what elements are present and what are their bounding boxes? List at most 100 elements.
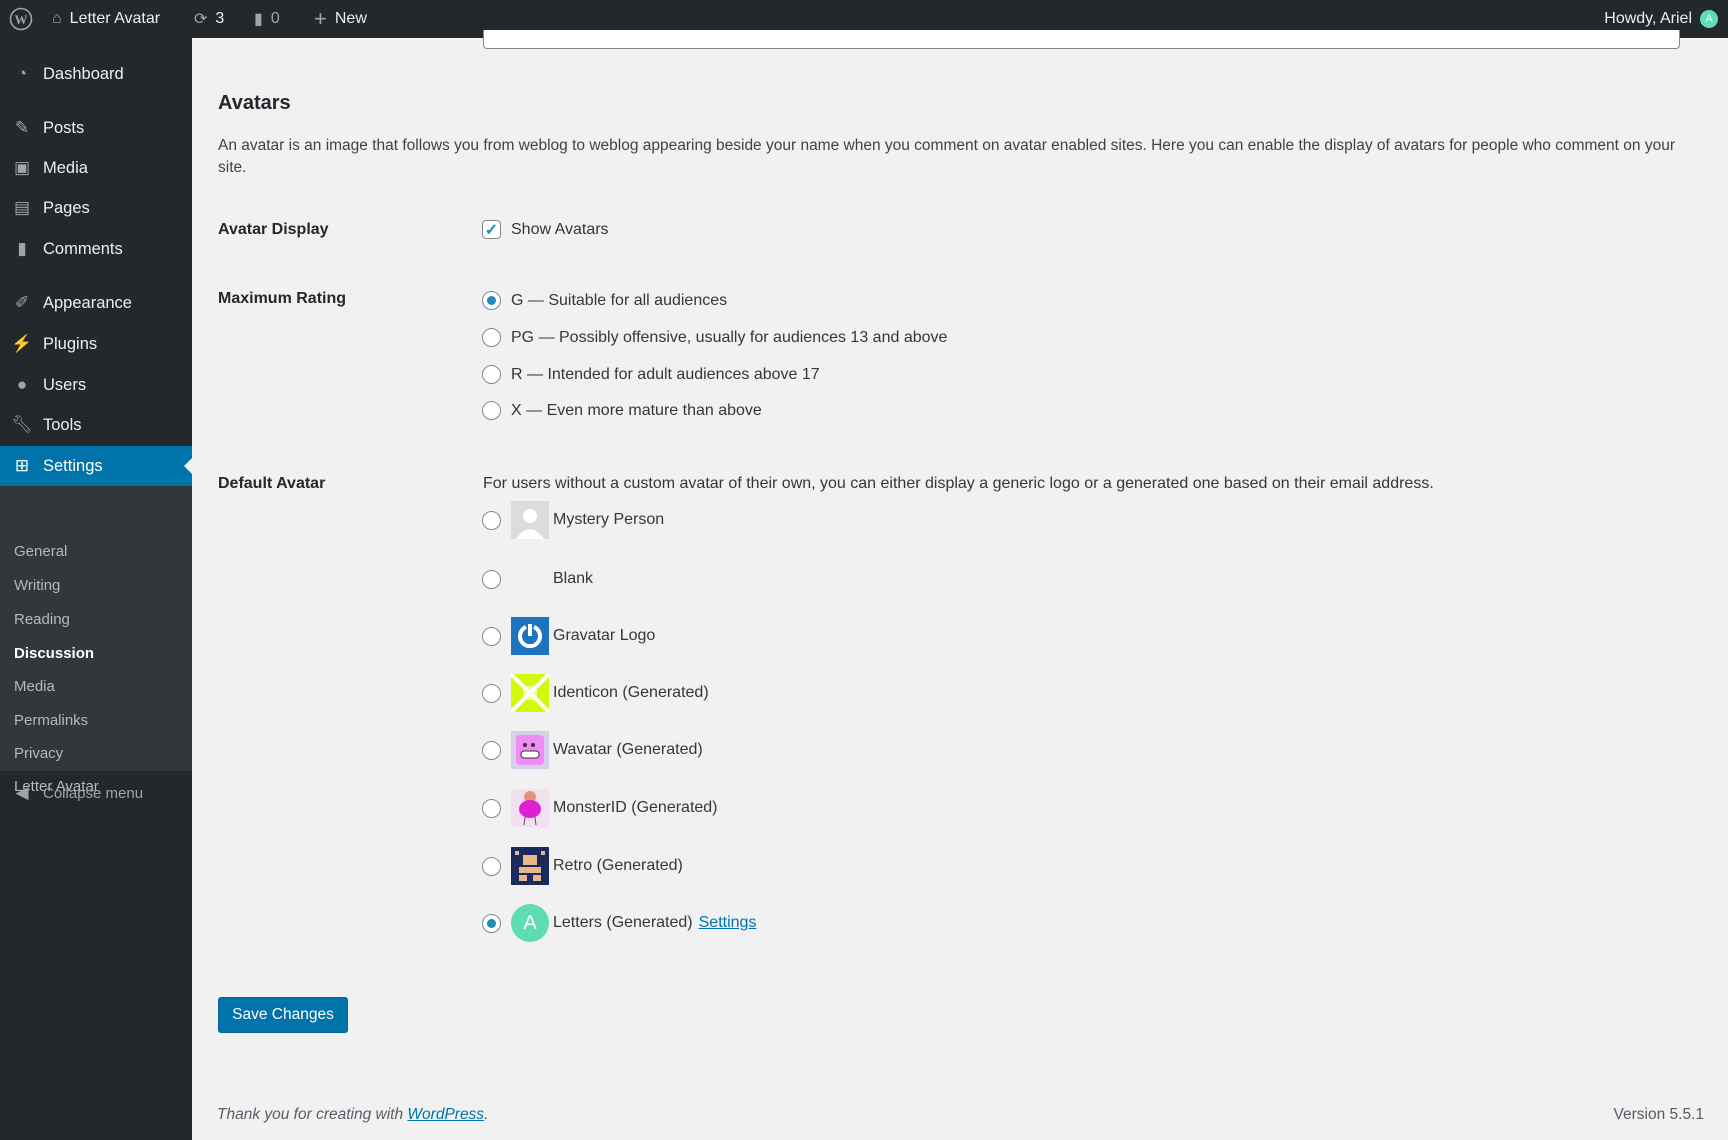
radio <box>482 798 501 818</box>
avatar-wavatar-radio[interactable]: Wavatar (Generated) <box>482 731 703 769</box>
checkbox-checked-icon: ✓ <box>482 220 501 239</box>
menu-settings[interactable]: ⊞ Settings <box>0 446 192 486</box>
menu-plugins[interactable]: ⚡ Plugins <box>0 324 192 364</box>
collapse-menu-button[interactable]: ◀ Collapse menu <box>0 773 192 813</box>
retro-icon <box>511 847 549 885</box>
option-label: X — Even more mature than above <box>511 401 762 419</box>
monsterid-icon <box>511 789 549 827</box>
option-label: Identicon (Generated) <box>553 684 709 701</box>
avatar-mystery-radio[interactable]: Mystery Person <box>482 501 664 539</box>
menu-label: Pages <box>43 198 90 217</box>
option-label: Gravatar Logo <box>553 627 656 644</box>
avatar-monsterid-radio[interactable]: MonsterID (Generated) <box>482 789 718 827</box>
save-changes-button[interactable]: Save Changes <box>218 997 348 1033</box>
option-label: Retro (Generated) <box>553 857 683 874</box>
menu-comments[interactable]: ▮ Comments <box>0 229 192 269</box>
textarea-bottom-edge[interactable] <box>483 30 1680 49</box>
rating-x-radio[interactable]: X — Even more mature than above <box>482 401 762 420</box>
radio <box>482 365 501 384</box>
howdy-text: Howdy, Ariel <box>1604 10 1692 27</box>
letters-settings-link[interactable]: Settings <box>699 914 757 932</box>
submenu-reading[interactable]: Reading <box>14 611 70 628</box>
menu-users[interactable]: ● Users <box>0 365 192 405</box>
menu-label: Posts <box>43 118 85 137</box>
section-description: An avatar is an image that follows you f… <box>218 137 1675 176</box>
radio-selected <box>482 913 501 933</box>
avatar-retro-radio[interactable]: Retro (Generated) <box>482 847 683 885</box>
wordpress-logo-icon[interactable]: W <box>9 0 33 38</box>
radio <box>482 569 501 589</box>
radio <box>482 683 501 703</box>
pages-icon: ▤ <box>13 198 31 217</box>
menu-media[interactable]: ▣ Media <box>0 148 192 188</box>
option-label: Wavatar (Generated) <box>553 741 703 758</box>
comments-link[interactable]: ▮ 0 <box>254 0 280 38</box>
site-name-link[interactable]: ⌂ Letter Avatar <box>52 0 160 38</box>
refresh-icon: ⟳ <box>194 11 208 28</box>
radio <box>482 510 501 530</box>
comment-icon: ▮ <box>254 11 263 28</box>
option-label: G — Suitable for all audiences <box>511 291 728 309</box>
user-avatar: A <box>1700 10 1718 28</box>
footer-thanks: Thank you for creating with WordPress. <box>217 1106 488 1124</box>
letter-avatar-icon: A <box>511 904 549 942</box>
menu-posts[interactable]: ✎ Posts <box>0 108 192 148</box>
avatar-display-label: Avatar Display <box>218 221 329 238</box>
avatar-gravatar-radio[interactable]: Gravatar Logo <box>482 617 655 655</box>
rating-pg-radio[interactable]: PG — Possibly offensive, usually for aud… <box>482 328 947 347</box>
submenu-general[interactable]: General <box>14 543 67 560</box>
plus-icon: + <box>314 6 327 31</box>
radio <box>482 856 501 876</box>
pin-icon: ✎ <box>14 118 30 137</box>
rating-g-radio[interactable]: G — Suitable for all audiences <box>482 291 727 310</box>
identicon-icon <box>511 674 549 712</box>
updates-link[interactable]: ⟳ 3 <box>194 0 224 38</box>
checkbox-label: Show Avatars <box>511 220 609 238</box>
gravatar-logo-icon <box>511 617 549 655</box>
avatar-blank-radio[interactable]: Blank <box>482 560 593 598</box>
new-label: New <box>334 10 367 27</box>
submenu-privacy[interactable]: Privacy <box>14 745 63 762</box>
radio-selected <box>482 291 501 310</box>
svg-text:W: W <box>15 12 28 27</box>
menu-label: Users <box>43 375 87 394</box>
menu-appearance[interactable]: ✐ Appearance <box>0 283 192 323</box>
show-avatars-checkbox[interactable]: ✓ Show Avatars <box>482 220 609 239</box>
menu-tools[interactable]: 🔧︎ Tools <box>0 405 192 445</box>
radio <box>482 740 501 760</box>
menu-label: Dashboard <box>43 64 124 83</box>
new-content-link[interactable]: + New <box>314 0 367 38</box>
menu-label: Tools <box>43 415 82 434</box>
menu-pages[interactable]: ▤ Pages <box>0 188 192 228</box>
avatar-letters-radio[interactable]: A Letters (Generated) Settings <box>482 904 756 942</box>
collapse-label: Collapse menu <box>43 784 144 802</box>
home-icon: ⌂ <box>52 10 62 27</box>
dashboard-icon: ◔ <box>16 64 28 83</box>
menu-label: Comments <box>43 239 123 258</box>
settings-submenu: General Writing Reading Discussion Media… <box>0 486 192 795</box>
brush-icon: ✐ <box>14 293 30 312</box>
rating-r-radio[interactable]: R — Intended for adult audiences above 1… <box>482 365 820 384</box>
wavatar-icon <box>511 731 549 769</box>
submenu-writing[interactable]: Writing <box>14 577 60 594</box>
wordpress-link[interactable]: WordPress <box>407 1106 484 1123</box>
submenu-discussion[interactable]: Discussion <box>14 645 94 662</box>
settings-icon: ⊞ <box>14 456 30 475</box>
option-label: PG — Possibly offensive, usually for aud… <box>511 328 948 346</box>
radio <box>482 401 501 420</box>
media-icon: ▣ <box>13 158 31 177</box>
wrench-icon: 🔧︎ <box>11 415 33 434</box>
footer-period: . <box>484 1106 489 1123</box>
menu-dashboard[interactable]: ◔ Dashboard <box>0 54 192 94</box>
submenu-permalinks[interactable]: Permalinks <box>14 712 88 729</box>
maximum-rating-label: Maximum Rating <box>218 290 347 307</box>
footer-text: Thank you for creating with <box>217 1106 408 1123</box>
submenu-media[interactable]: Media <box>14 678 55 695</box>
avatar-identicon-radio[interactable]: Identicon (Generated) <box>482 674 709 712</box>
radio <box>482 626 501 646</box>
section-title: Avatars <box>218 92 291 114</box>
site-name: Letter Avatar <box>69 10 161 27</box>
option-label: MonsterID (Generated) <box>553 799 718 816</box>
default-avatar-label: Default Avatar <box>218 475 326 492</box>
mystery-person-icon <box>511 501 549 539</box>
